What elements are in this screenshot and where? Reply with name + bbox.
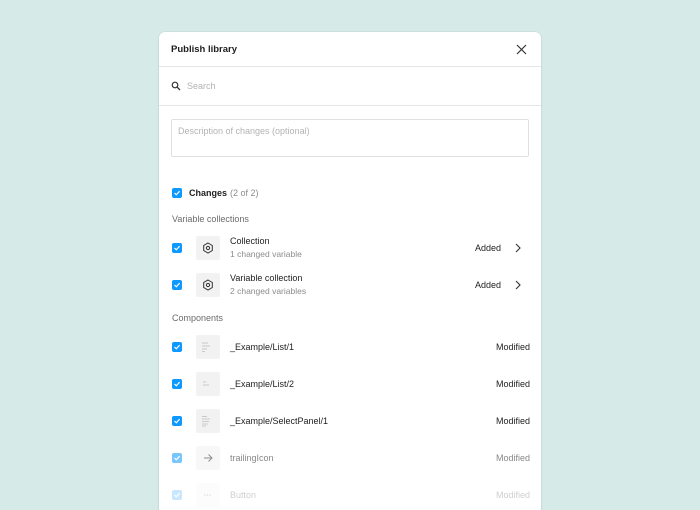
chevron-right-icon[interactable] [514, 280, 522, 290]
search-bar [159, 67, 541, 106]
check-icon [174, 190, 181, 196]
list-item[interactable]: _Example/SelectPanel/1 Modified [159, 402, 541, 439]
list-item[interactable]: _Example/List/2 Modified [159, 365, 541, 402]
item-checkbox[interactable] [172, 378, 182, 389]
changes-toggle-row: Changes (2 of 2) [159, 186, 541, 200]
search-input[interactable] [187, 81, 529, 91]
check-icon [174, 282, 181, 288]
item-checkbox[interactable] [172, 279, 182, 290]
status-label: Modified [495, 452, 530, 463]
item-text: trailingIcon [230, 452, 274, 464]
description-field[interactable] [171, 119, 529, 157]
item-name: _Example/SelectPanel/1 [230, 415, 329, 426]
dialog-title: Publish library [171, 43, 237, 55]
section-title-components: Components [172, 313, 224, 323]
status-label: Modified [495, 378, 530, 389]
chevron-right-icon[interactable] [514, 243, 522, 253]
item-text: Button [230, 489, 256, 501]
close-icon [516, 44, 526, 54]
list-item[interactable]: _Example/List/1 Modified [159, 328, 541, 365]
section-title-variable-collections: Variable collections [172, 214, 249, 224]
description-wrapper [159, 106, 541, 162]
changes-label: Changes [189, 188, 228, 198]
item-checkbox[interactable] [172, 242, 182, 253]
check-icon [174, 245, 181, 251]
item-subtitle: 1 changed variable [230, 249, 302, 259]
item-name: Variable collection [230, 273, 303, 283]
list-preview-icon [196, 371, 220, 396]
dialog-header: Publish library [159, 32, 541, 67]
check-icon [174, 344, 181, 350]
button-preview-icon [196, 482, 220, 507]
variable-collections-list: Collection 1 changed variable Added Vari… [159, 229, 541, 303]
check-icon [174, 492, 181, 498]
changes-count: (2 of 2) [230, 188, 259, 198]
changes-checkbox[interactable] [172, 188, 182, 198]
item-checkbox[interactable] [172, 341, 182, 352]
item-checkbox[interactable] [172, 415, 182, 426]
item-text: Variable collection 2 changed variables [230, 272, 306, 297]
list-item[interactable]: trailingIcon Modified [159, 439, 541, 476]
variable-collection-icon [196, 235, 220, 260]
list-preview-icon [196, 334, 220, 359]
item-name: Collection [230, 236, 270, 246]
list-item[interactable]: Variable collection 2 changed variables … [159, 266, 541, 303]
close-button[interactable] [513, 41, 529, 57]
item-subtitle: 2 changed variables [230, 286, 307, 296]
publish-library-dialog: Publish library Changes (2 of 2) Variabl… [159, 32, 541, 510]
status-label: Modified [495, 415, 530, 426]
item-checkbox[interactable] [172, 452, 182, 463]
item-name: Button [230, 489, 257, 500]
status-label: Modified [495, 489, 530, 500]
status-label: Added [474, 279, 501, 290]
list-item[interactable]: Collection 1 changed variable Added [159, 229, 541, 266]
check-icon [174, 418, 181, 424]
search-icon [171, 81, 181, 91]
check-icon [174, 381, 181, 387]
select-panel-preview-icon [196, 408, 220, 433]
item-text: _Example/List/1 [230, 341, 294, 353]
item-name: _Example/List/2 [230, 378, 295, 389]
status-label: Added [474, 242, 501, 253]
variable-collection-icon [196, 272, 220, 297]
status-label: Modified [495, 341, 530, 352]
item-text: _Example/SelectPanel/1 [230, 415, 328, 427]
check-icon [174, 455, 181, 461]
arrow-right-icon [196, 445, 220, 470]
item-text: Collection 1 changed variable [230, 235, 302, 260]
item-checkbox[interactable] [172, 489, 182, 500]
components-list: _Example/List/1 Modified _Example/List/2… [159, 328, 541, 510]
item-text: _Example/List/2 [230, 378, 294, 390]
list-item[interactable]: Button Modified [159, 476, 541, 510]
item-name: _Example/List/1 [230, 341, 295, 352]
item-name: trailingIcon [230, 452, 274, 463]
